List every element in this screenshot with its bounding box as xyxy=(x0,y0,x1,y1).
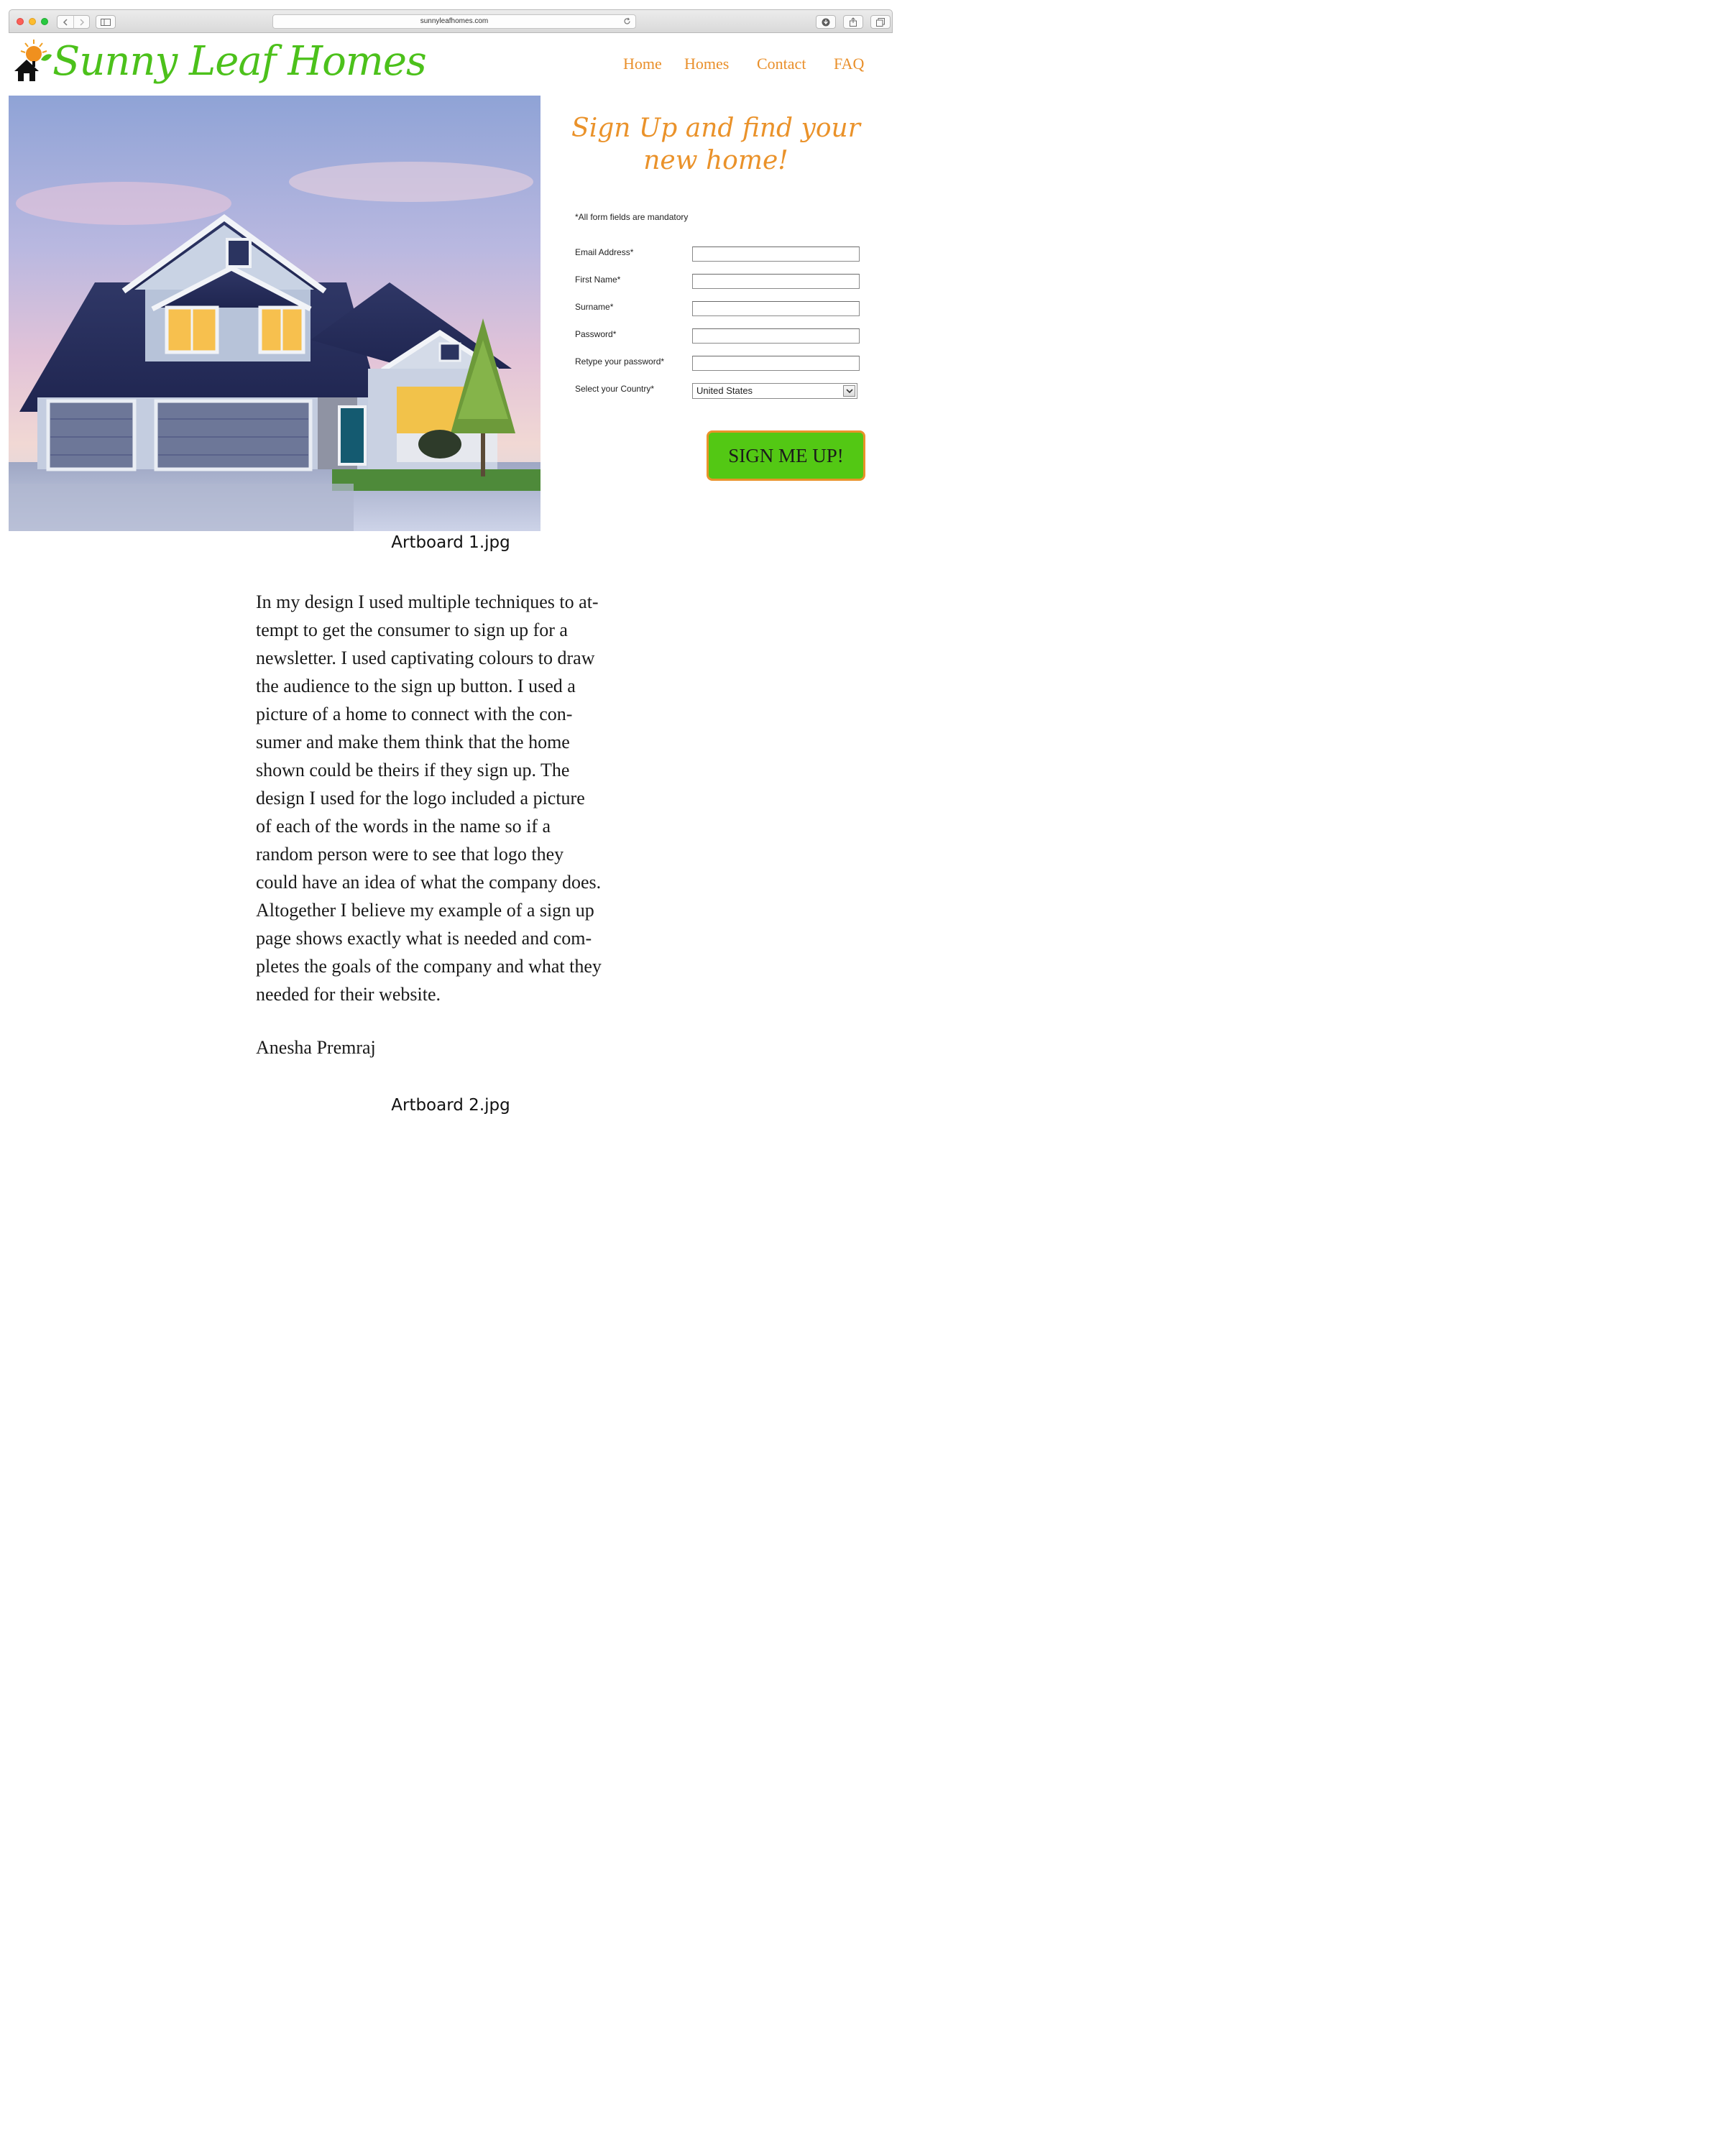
signup-headline: Sign Up and find your new home! xyxy=(571,114,860,175)
country-select[interactable]: United States xyxy=(692,383,857,399)
essay-line: of each of the words in the name so if a xyxy=(256,816,551,837)
nav-homes[interactable]: Homes xyxy=(684,55,729,73)
form-mandatory-note: *All form fields are mandatory xyxy=(575,212,689,222)
forward-chevron-icon[interactable] xyxy=(74,16,90,28)
artboard-2-caption: Artboard 2.jpg xyxy=(391,1096,510,1115)
chevron-down-icon[interactable] xyxy=(843,385,855,397)
artboard-1-caption: Artboard 1.jpg xyxy=(391,533,510,552)
nav-home[interactable]: Home xyxy=(623,55,662,73)
essay-line: the audience to the sign up button. I us… xyxy=(256,676,576,696)
essay-line: needed for their website. xyxy=(256,984,441,1005)
first-name-label: First Name* xyxy=(575,275,621,285)
zoom-window-dot[interactable] xyxy=(41,18,48,25)
download-icon[interactable] xyxy=(816,15,836,29)
back-chevron-icon[interactable] xyxy=(58,16,74,28)
hero-house-photo xyxy=(9,96,540,531)
essay-line: random person were to see that logo they xyxy=(256,844,564,865)
email-label: Email Address* xyxy=(575,247,634,257)
essay-line: shown could be theirs if they sign up. T… xyxy=(256,760,570,780)
minimize-window-dot[interactable] xyxy=(29,18,36,25)
essay-line: page shows exactly what is needed and co… xyxy=(256,928,592,949)
essay-line: Altogether I believe my example of a sig… xyxy=(256,900,594,921)
first-name-field[interactable] xyxy=(692,274,860,289)
essay-line: design I used for the logo included a pi… xyxy=(256,788,585,808)
essay-line: In my design I used multiple techniques … xyxy=(256,591,599,612)
address-url: sunnyleafhomes.com xyxy=(420,17,489,25)
address-bar[interactable]: sunnyleafhomes.com xyxy=(272,14,636,29)
close-window-dot[interactable] xyxy=(17,18,24,25)
share-icon[interactable] xyxy=(843,15,863,29)
retype-password-field[interactable] xyxy=(692,356,860,371)
nav-contact[interactable]: Contact xyxy=(757,55,806,73)
email-field[interactable] xyxy=(692,247,860,262)
essay-line: pletes the goals of the company and what… xyxy=(256,956,602,977)
sun-house-logo-icon[interactable] xyxy=(12,38,52,83)
sign-up-button[interactable]: SIGN ME UP! xyxy=(707,430,865,481)
surname-label: Surname* xyxy=(575,302,614,312)
password-field[interactable] xyxy=(692,328,860,344)
country-select-value: United States xyxy=(696,385,753,396)
brand-name[interactable]: Sunny Leaf Homes xyxy=(52,38,427,85)
browser-toolbar: sunnyleafhomes.com xyxy=(9,9,893,33)
country-label: Select your Country* xyxy=(575,384,655,394)
reload-icon[interactable] xyxy=(623,17,631,30)
essay-line: newsletter. I used captivating colours t… xyxy=(256,648,595,668)
design-essay: In my design I used multiple techniques … xyxy=(256,588,658,1008)
essay-line: tempt to get the consumer to sign up for… xyxy=(256,619,568,640)
sidebar-icon[interactable] xyxy=(96,15,116,29)
retype-password-label: Retype your password* xyxy=(575,356,665,367)
history-buttons xyxy=(57,15,90,29)
essay-line: picture of a home to connect with the co… xyxy=(256,704,573,724)
essay-line: sumer and make them think that the home xyxy=(256,732,570,752)
password-label: Password* xyxy=(575,329,617,339)
tabs-icon[interactable] xyxy=(870,15,891,29)
nav-faq[interactable]: FAQ xyxy=(834,55,864,73)
surname-field[interactable] xyxy=(692,301,860,316)
essay-line: could have an idea of what the company d… xyxy=(256,872,602,893)
author-name: Anesha Premraj xyxy=(256,1037,376,1058)
